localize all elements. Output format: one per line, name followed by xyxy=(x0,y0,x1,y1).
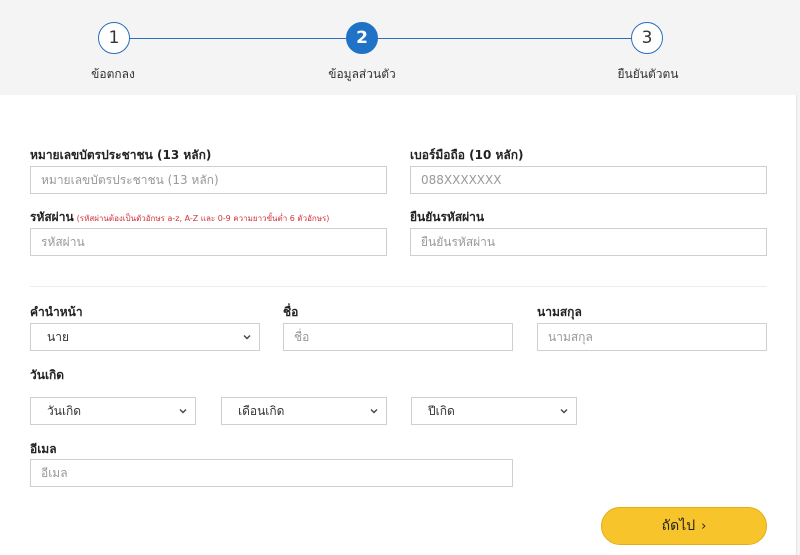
confirm-password-label: ยืนยันรหัสผ่าน xyxy=(410,210,485,224)
email-label: อีเมล xyxy=(30,442,57,456)
chevron-down-icon xyxy=(179,409,187,414)
chevron-down-icon xyxy=(243,335,251,340)
step-3-circle: 3 xyxy=(631,22,663,54)
title-label: คำนำหน้า xyxy=(30,305,83,319)
stepper-line xyxy=(378,38,631,39)
id-card-label: หมายเลขบัตรประชาชน (13 หลัก) xyxy=(30,148,212,162)
mobile-label: เบอร์มือถือ (10 หลัก) xyxy=(410,148,524,162)
last-name-input[interactable]: นามสกุล xyxy=(537,323,767,351)
password-label: รหัสผ่าน (รหัสผ่านต้องเป็นตัวอักษร a-z, A… xyxy=(30,208,329,227)
next-button-label: ถัดไป xyxy=(661,518,696,534)
step-1-circle: 1 xyxy=(98,22,130,54)
next-button[interactable]: ถัดไป › xyxy=(601,507,767,545)
birth-day-select[interactable]: วันเกิด xyxy=(30,397,196,425)
chevron-down-icon xyxy=(560,409,568,414)
step-1-label: ข้อตกลง xyxy=(91,67,135,81)
title-select-value: นาย xyxy=(47,329,69,344)
last-name-label: นามสกุล xyxy=(537,305,582,319)
birth-month-value: เดือนเกิด xyxy=(238,403,285,418)
stepper-line xyxy=(130,38,346,39)
step-3-label: ยืนยันตัวตน xyxy=(617,67,679,81)
password-label-text: รหัสผ่าน xyxy=(30,210,74,224)
password-hint: (รหัสผ่านต้องเป็นตัวอักษร a-z, A-Z และ 0… xyxy=(76,214,330,223)
birthdate-label: วันเกิด xyxy=(30,368,65,382)
progress-stepper: 1 2 3 ข้อตกลง ข้อมูลส่วนตัว ยืนยันตัวตน xyxy=(0,0,800,90)
birth-day-value: วันเกิด xyxy=(47,403,82,418)
birth-year-select[interactable]: ปีเกิด xyxy=(411,397,577,425)
step-2-circle: 2 xyxy=(346,22,378,54)
mobile-input[interactable]: 088XXXXXXX xyxy=(410,166,767,194)
first-name-label: ชื่อ xyxy=(283,305,299,319)
section-divider xyxy=(30,286,767,287)
birth-year-value: ปีเกิด xyxy=(428,403,455,418)
email-input[interactable]: อีเมล xyxy=(30,459,513,487)
password-input[interactable]: รหัสผ่าน xyxy=(30,228,387,256)
chevron-down-icon xyxy=(370,409,378,414)
chevron-right-icon: › xyxy=(701,518,707,534)
title-select[interactable]: นาย xyxy=(30,323,260,351)
step-2-label: ข้อมูลส่วนตัว xyxy=(328,67,396,81)
confirm-password-input[interactable]: ยืนยันรหัสผ่าน xyxy=(410,228,767,256)
first-name-input[interactable]: ชื่อ xyxy=(283,323,513,351)
id-card-input[interactable]: หมายเลขบัตรประชาชน (13 หลัก) xyxy=(30,166,387,194)
birth-month-select[interactable]: เดือนเกิด xyxy=(221,397,387,425)
registration-form-card: หมายเลขบัตรประชาชน (13 หลัก) หมายเลขบัตร… xyxy=(0,95,797,555)
